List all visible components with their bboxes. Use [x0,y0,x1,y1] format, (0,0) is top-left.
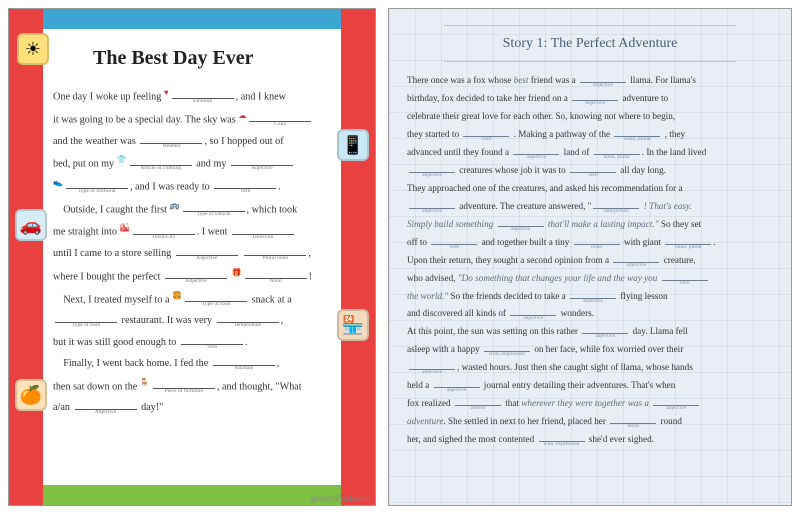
blank-r8c[interactable]: interjection [593,199,639,209]
shoe-icon: 👟 [53,178,63,187]
blank-direction[interactable]: Direction [232,225,294,235]
blank-rq1[interactable]: adjective [498,217,544,227]
blank-rq3[interactable]: adjective [653,396,699,406]
blank-noun[interactable]: Noun [245,269,307,279]
blank-r10c[interactable]: noun [574,235,620,245]
city-icon: 🏙 [120,223,130,232]
blank-emotion[interactable]: Emotion [172,89,234,99]
blank-r10e[interactable]: noun, plural [665,235,711,245]
blank-adjective-1[interactable]: Adjective [231,156,293,166]
blank-r6c[interactable]: verb [570,163,616,173]
cloud-icon: ☁ [238,111,246,120]
sun-icon: ☀ [17,33,49,65]
blank-food-1[interactable]: Type of food [185,292,247,302]
blank-r10[interactable]: verb [431,235,477,245]
blank-r19[interactable]: noun [610,414,656,424]
blank-rq2[interactable]: verb [662,271,708,281]
blank-weather[interactable]: Weather [140,134,202,144]
blank-r11[interactable]: adjective [613,253,659,263]
shirt-icon: 👕 [117,155,127,164]
attribution: groovyPost.com [311,493,369,503]
blank-r13[interactable]: adjective [510,306,556,316]
fruit-icon: 🍊 [15,379,47,411]
food-icon: 🍔 [172,291,182,300]
blank-r15[interactable]: icon, expression [484,342,530,352]
blank-r18[interactable]: adverb [455,396,501,406]
phone-icon: 📱 [337,129,369,161]
worksheet-right: Story 1: The Perfect Adventure There onc… [388,8,792,506]
blank-town[interactable]: Town/City [133,225,195,235]
blank-r8[interactable]: adjective [409,199,455,209]
blank-pluralnoun[interactable]: Plural noun [244,246,306,256]
right-title: Story 1: The Perfect Adventure [444,25,737,62]
left-content: The Best Day Ever One day I woke up feel… [47,31,337,483]
bus-icon: 🚌 [170,201,180,210]
blank-r2[interactable]: adjective [572,91,618,101]
heart-icon: ♥ [164,88,169,97]
blank-r5[interactable]: adjective [513,145,559,155]
blank-adjective-2[interactable]: Adjective [176,246,238,256]
blank-verb-1[interactable]: Verb [214,179,276,189]
worksheet-left: ☀ 📱 🚗 🏪 🍊 The Best Day Ever One day I wo… [8,8,376,506]
blank-vehicle[interactable]: Type of vehicle [183,202,245,212]
gift-icon: 🎁 [232,268,242,277]
blank-r12b[interactable]: adjective [570,289,616,299]
chair-icon: 🪑 [140,378,150,387]
border-left [9,9,43,505]
blank-adjective-4[interactable]: Adjective [75,400,137,410]
blank-r6[interactable]: adjective [409,163,455,173]
blank-r5c[interactable]: noun, plural [594,145,640,155]
story-body: One day I woke up feeling ♥Emotion, and … [53,85,331,419]
blank-r4c[interactable]: noun, plural [614,127,660,137]
border-top [9,9,375,29]
blank-adjective-3[interactable]: Adjective [165,269,227,279]
blank-r17[interactable]: adjective [434,378,480,388]
left-title: The Best Day Ever [93,37,331,79]
right-story-body: There once was a fox whose best friend w… [407,72,773,449]
shop-icon: 🏪 [337,309,369,341]
blank-verb-2[interactable]: Verb [181,335,243,345]
blank-footwear[interactable]: Type of footwear [66,179,128,189]
blank-animals[interactable]: Animals [213,356,275,366]
blank-r1[interactable]: adjective [580,73,626,83]
blank-r4[interactable]: verb [463,127,509,137]
blank-color[interactable]: Color [249,112,311,122]
blank-food-2[interactable]: Type of food [55,313,117,323]
blank-r14[interactable]: adjective [582,324,628,334]
blank-r16[interactable]: adjective [409,360,455,370]
blank-furniture[interactable]: Piece of furniture [153,379,215,389]
blank-temperature[interactable]: Temperature [217,313,279,323]
border-right [341,9,375,505]
car-icon: 🚗 [15,209,47,241]
blank-clothing[interactable]: Article of clothing [130,156,192,166]
blank-r20[interactable]: icon, expression [539,432,585,442]
